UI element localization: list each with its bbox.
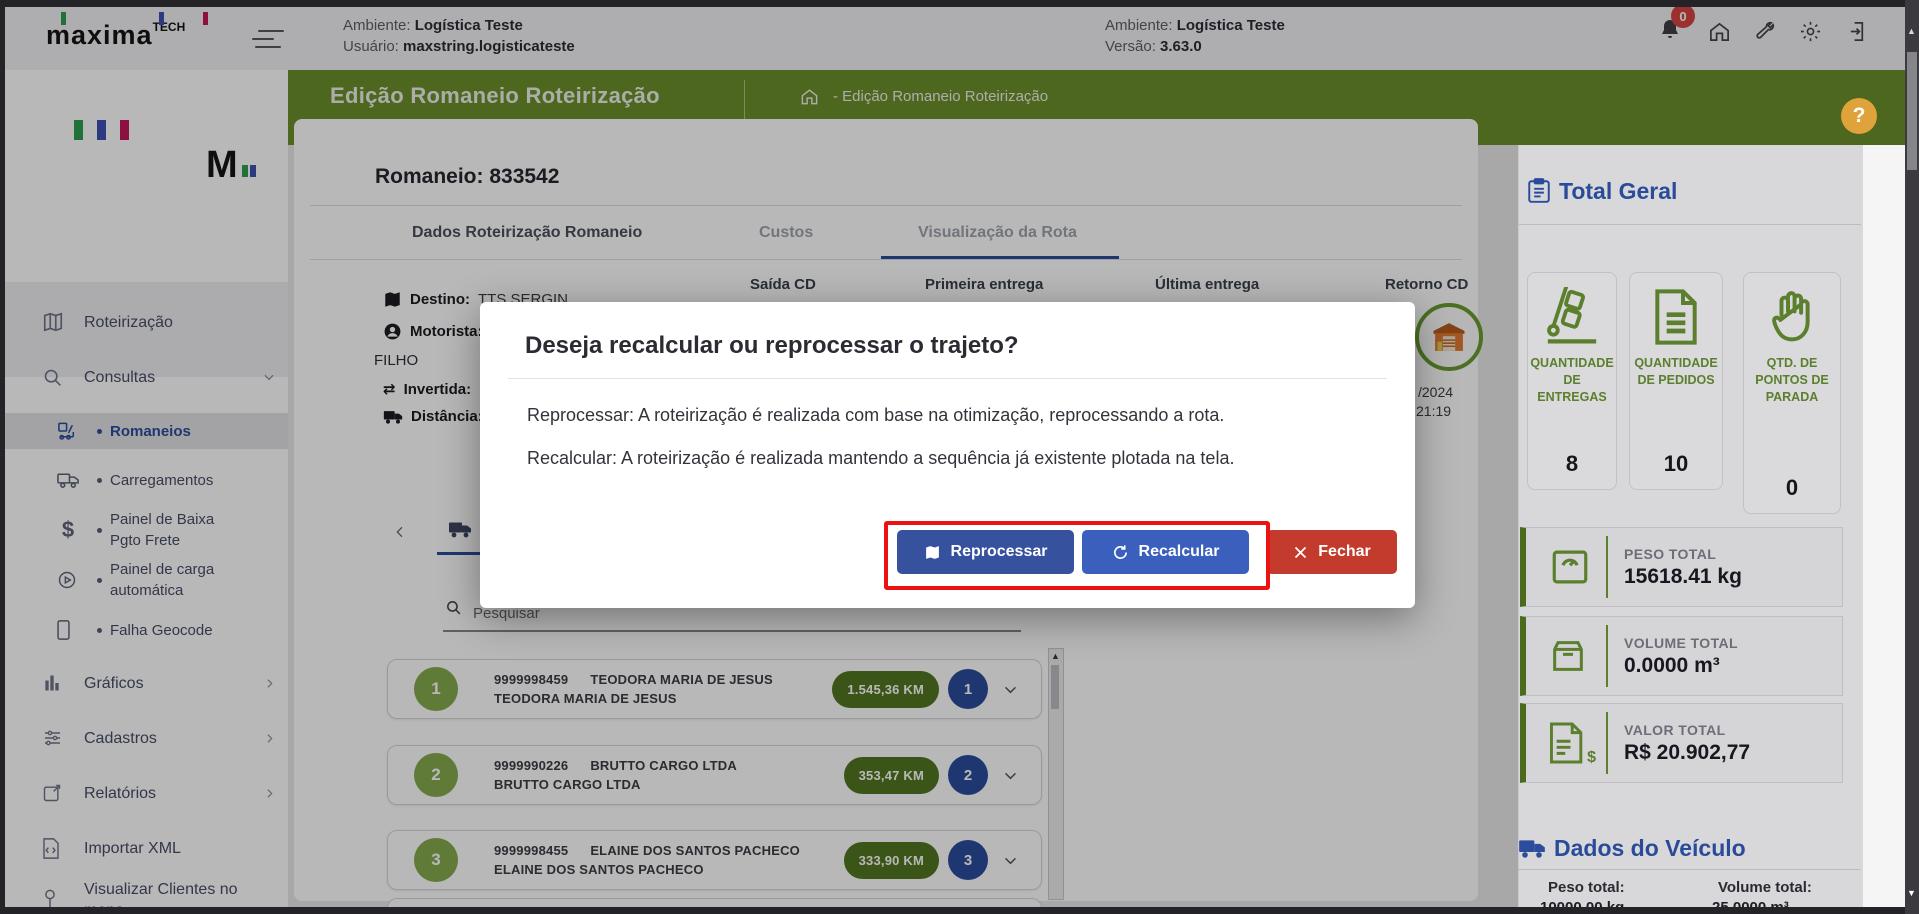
stat-card-pedidos: QUANTIDADE DE PEDIDOS 10 xyxy=(1629,272,1723,490)
vehicle-peso-label: Peso total: xyxy=(1548,879,1625,896)
divider xyxy=(1606,536,1608,598)
window-edge-bottom xyxy=(0,907,1919,914)
help-button[interactable]: ? xyxy=(1841,98,1877,134)
total-label: PESO TOTAL xyxy=(1624,546,1742,562)
total-geral-panel: Total Geral QUANTIDADE DE ENTREGAS 8 QUA… xyxy=(1518,145,1906,907)
dados-veiculo-title: Dados do Veículo xyxy=(1554,835,1746,862)
total-value: 0.0000 m³ xyxy=(1624,654,1738,678)
dialog-description-reprocessar: Reprocessar: A roteirização é realizada … xyxy=(527,405,1224,426)
scrollbar-thumb[interactable] xyxy=(1907,52,1917,170)
stat-value: 0 xyxy=(1786,475,1798,501)
divider xyxy=(508,378,1387,379)
scroll-down-arrow[interactable]: ▼ xyxy=(1907,888,1916,898)
scale-icon xyxy=(1548,546,1592,588)
divider xyxy=(1518,869,1860,870)
stat-card-entregas: QUANTIDADE DE ENTREGAS 8 xyxy=(1527,272,1617,490)
total-value: R$ 20.902,77 xyxy=(1624,741,1750,765)
divider xyxy=(1519,224,1861,225)
fechar-button[interactable]: Fechar xyxy=(1267,530,1397,574)
stat-value: 8 xyxy=(1566,451,1578,477)
annotation-highlight-box xyxy=(884,521,1270,590)
box-icon xyxy=(1548,635,1592,677)
document-icon xyxy=(1650,289,1702,345)
scroll-up-arrow[interactable]: ▲ xyxy=(1907,26,1916,36)
total-row-volume: VOLUME TOTAL 0.0000 m³ xyxy=(1520,616,1843,696)
divider xyxy=(1606,712,1608,774)
divider xyxy=(1606,625,1608,687)
hand-stop-icon xyxy=(1764,287,1820,345)
hand-truck-icon xyxy=(1543,287,1601,345)
total-label: VOLUME TOTAL xyxy=(1624,635,1738,651)
total-label: VALOR TOTAL xyxy=(1624,722,1750,738)
total-row-peso: PESO TOTAL 15618.41 kg xyxy=(1520,527,1843,607)
total-row-valor: $ VALOR TOTAL R$ 20.902,77 xyxy=(1520,703,1843,783)
truck-icon xyxy=(1518,838,1546,859)
total-geral-title: Total Geral xyxy=(1559,178,1677,205)
clipboard-icon xyxy=(1527,178,1551,204)
total-value: 15618.41 kg xyxy=(1624,565,1742,589)
panel-background xyxy=(1519,145,1863,907)
app-screen: maximaTECH Ambiente: Logística Teste Usu… xyxy=(0,0,1919,914)
vehicle-volume-label: Volume total: xyxy=(1718,879,1812,896)
stat-value: 10 xyxy=(1664,451,1688,477)
close-x-icon xyxy=(1293,545,1308,560)
stat-card-pontos-parada: QTD. DE PONTOS DE PARADA 0 xyxy=(1743,272,1841,514)
window-scrollbar[interactable]: ▲ ▼ xyxy=(1905,0,1919,914)
dialog-title: Deseja recalcular ou reprocessar o traje… xyxy=(525,332,1019,360)
invoice-dollar-icon: $ xyxy=(1548,721,1592,765)
window-edge-top xyxy=(0,0,1919,7)
dialog-description-recalcular: Recalcular: A roteirização é realizada m… xyxy=(527,448,1234,469)
window-edge-left xyxy=(0,0,5,914)
